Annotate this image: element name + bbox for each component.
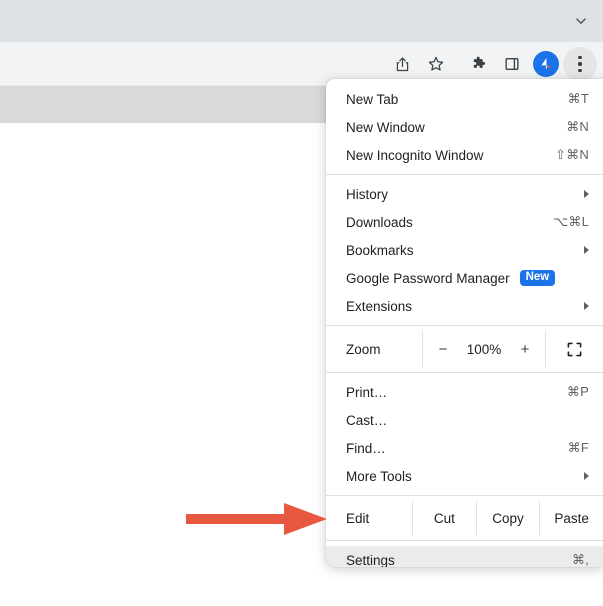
menu-item-google-password-manager[interactable]: Google Password Manager New — [326, 264, 603, 292]
menu-item-label: Settings — [346, 553, 395, 568]
menu-separator — [326, 495, 603, 496]
menu-item-shortcut: ⌥⌘L — [553, 214, 589, 230]
menu-item-shortcut: ⌘, — [572, 552, 589, 567]
menu-item-new-tab[interactable]: New Tab ⌘T — [326, 85, 603, 113]
menu-item-label: History — [346, 187, 388, 202]
chevron-right-icon — [584, 246, 589, 254]
menu-item-label: Find… — [346, 441, 386, 456]
fullscreen-icon — [567, 342, 582, 357]
menu-item-shortcut: ⇧⌘N — [555, 147, 589, 163]
menu-edit-row: Edit Cut Copy Paste — [326, 501, 603, 535]
fullscreen-button[interactable] — [545, 331, 603, 367]
menu-separator — [326, 325, 603, 326]
chevron-down-icon[interactable] — [567, 7, 595, 35]
menu-item-shortcut: ⌘F — [568, 440, 589, 456]
menu-item-find[interactable]: Find… ⌘F — [326, 434, 603, 462]
red-pointer-arrow — [186, 498, 331, 545]
three-dot-glyph — [578, 56, 581, 72]
chevron-right-icon — [584, 302, 589, 310]
chevron-right-icon — [584, 472, 589, 480]
zoom-label: Zoom — [326, 331, 422, 367]
menu-item-label: New Tab — [346, 92, 398, 107]
extensions-puzzle-icon[interactable] — [461, 47, 495, 81]
copy-button[interactable]: Copy — [476, 501, 540, 535]
menu-item-shortcut: ⌘T — [568, 91, 589, 107]
chrome-main-menu: New Tab ⌘T New Window ⌘N New Incognito W… — [326, 79, 603, 567]
menu-item-history[interactable]: History — [326, 180, 603, 208]
menu-item-print[interactable]: Print… ⌘P — [326, 378, 603, 406]
share-icon[interactable] — [385, 47, 419, 81]
cut-button[interactable]: Cut — [412, 501, 476, 535]
menu-item-new-window[interactable]: New Window ⌘N — [326, 113, 603, 141]
menu-item-shortcut: ⌘P — [567, 384, 589, 400]
paste-button[interactable]: Paste — [539, 501, 603, 535]
edit-label: Edit — [326, 501, 412, 535]
menu-separator — [326, 540, 603, 541]
menu-separator — [326, 372, 603, 373]
menu-item-label: New Incognito Window — [346, 148, 483, 163]
bookmark-star-icon[interactable] — [419, 47, 453, 81]
chevron-right-icon — [584, 190, 589, 198]
menu-item-label: Cast… — [346, 413, 387, 428]
menu-separator — [326, 174, 603, 175]
status-badge: New — [520, 270, 556, 286]
tab-strip — [0, 0, 603, 42]
avatar — [533, 51, 559, 77]
menu-item-label: Bookmarks — [346, 243, 414, 258]
menu-item-label: More Tools — [346, 469, 412, 484]
menu-item-downloads[interactable]: Downloads ⌥⌘L — [326, 208, 603, 236]
menu-item-new-incognito-window[interactable]: New Incognito Window ⇧⌘N — [326, 141, 603, 169]
toolbar-icon-group — [385, 46, 597, 82]
zoom-out-button[interactable]: − — [436, 341, 450, 358]
menu-item-cast[interactable]: Cast… — [326, 406, 603, 434]
menu-item-shortcut: ⌘N — [566, 119, 589, 135]
menu-item-label: Google Password Manager — [346, 271, 510, 286]
browser-window: New Tab ⌘T New Window ⌘N New Incognito W… — [0, 0, 603, 606]
menu-zoom-row: Zoom − 100% + — [326, 331, 603, 367]
menu-item-label: Extensions — [346, 299, 412, 314]
zoom-controls: − 100% + — [422, 331, 545, 367]
menu-item-more-tools[interactable]: More Tools — [326, 462, 603, 490]
menu-item-bookmarks[interactable]: Bookmarks — [326, 236, 603, 264]
menu-item-extensions[interactable]: Extensions — [326, 292, 603, 320]
three-dot-menu-icon[interactable] — [563, 47, 597, 81]
menu-item-label: Print… — [346, 385, 387, 400]
menu-item-label: New Window — [346, 120, 425, 135]
zoom-in-button[interactable]: + — [518, 341, 532, 358]
menu-item-label: Downloads — [346, 215, 413, 230]
profile-avatar-icon[interactable] — [529, 47, 563, 81]
menu-item-settings[interactable]: Settings ⌘, — [326, 546, 603, 567]
side-panel-icon[interactable] — [495, 47, 529, 81]
zoom-level-value: 100% — [466, 342, 502, 357]
